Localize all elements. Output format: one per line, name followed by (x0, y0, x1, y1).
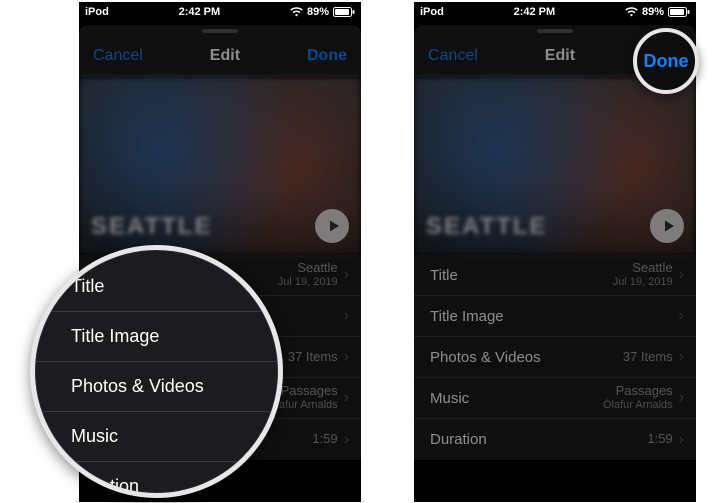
chevron-right-icon: › (679, 431, 684, 449)
mag-item-title-image: Title Image (35, 312, 278, 362)
row-title[interactable]: Title Seattle Jul 19, 2019 › (414, 255, 696, 296)
battery-pct: 89% (642, 6, 664, 18)
sheet-grabber[interactable] (79, 25, 361, 35)
status-bar: iPod 2:42 PM 89% (414, 2, 696, 21)
cancel-button[interactable]: Cancel (428, 47, 478, 65)
battery-icon (668, 7, 690, 17)
row-label: Duration (430, 431, 487, 448)
nav-title: Edit (545, 47, 575, 65)
hero-title-blurred: SEATTLE (91, 213, 213, 241)
chevron-right-icon: › (344, 307, 349, 325)
row-value: 37 Items (288, 350, 338, 365)
chevron-right-icon: › (344, 389, 349, 407)
play-button[interactable] (315, 209, 349, 243)
play-icon (662, 219, 676, 233)
row-value: Seattle Jul 19, 2019 (278, 261, 338, 289)
battery-icon (333, 7, 355, 17)
nav-bar: Cancel Edit Done (79, 35, 361, 77)
row-value: Seattle Jul 19, 2019 (613, 261, 673, 289)
play-icon (327, 219, 341, 233)
chevron-right-icon: › (344, 431, 349, 449)
memory-settings-list: Title Seattle Jul 19, 2019 › Title Image… (414, 255, 696, 460)
chevron-right-icon: › (679, 307, 684, 325)
row-value: 37 Items (623, 350, 673, 365)
nav-title: Edit (210, 47, 240, 65)
done-highlight-label: Done (644, 51, 689, 72)
chevron-right-icon: › (679, 389, 684, 407)
status-time: 2:42 PM (179, 6, 221, 18)
row-label: Music (430, 390, 469, 407)
mag-item-photos: Photos & Videos (35, 362, 278, 412)
battery-pct: 89% (307, 6, 329, 18)
chevron-right-icon: › (679, 266, 684, 284)
memory-hero: SEATTLE (414, 77, 696, 255)
chevron-right-icon: › (344, 348, 349, 366)
status-bar: iPod 2:42 PM 89% (79, 2, 361, 21)
done-button[interactable]: Done (307, 47, 347, 65)
row-value: 1:59 (312, 432, 337, 447)
tutorial-done-highlight: Done (633, 28, 699, 94)
status-carrier: iPod (420, 6, 444, 18)
row-photos-videos[interactable]: Photos & Videos 37 Items › (414, 337, 696, 378)
row-title-image[interactable]: Title Image › (414, 296, 696, 337)
row-music[interactable]: Music Passages Ólafur Arnalds › (414, 378, 696, 419)
tutorial-magnifier: Title Title Image Photos & Videos Music … (30, 245, 283, 498)
row-value: 1:59 (647, 432, 672, 447)
row-value: Passages Ólafur Arnalds (603, 384, 673, 412)
status-time: 2:42 PM (514, 6, 556, 18)
row-label: Title (430, 267, 458, 284)
row-label: Photos & Videos (430, 349, 541, 366)
status-carrier: iPod (85, 6, 109, 18)
row-label: Title Image (430, 308, 504, 325)
cancel-button[interactable]: Cancel (93, 47, 143, 65)
memory-hero: SEATTLE (79, 77, 361, 255)
play-button[interactable] (650, 209, 684, 243)
wifi-icon (625, 7, 638, 17)
hero-title-blurred: SEATTLE (426, 213, 548, 241)
chevron-right-icon: › (679, 348, 684, 366)
chevron-right-icon: › (344, 266, 349, 284)
row-duration[interactable]: Duration 1:59 › (414, 419, 696, 460)
wifi-icon (290, 7, 303, 17)
mag-item-music: Music (35, 412, 278, 462)
